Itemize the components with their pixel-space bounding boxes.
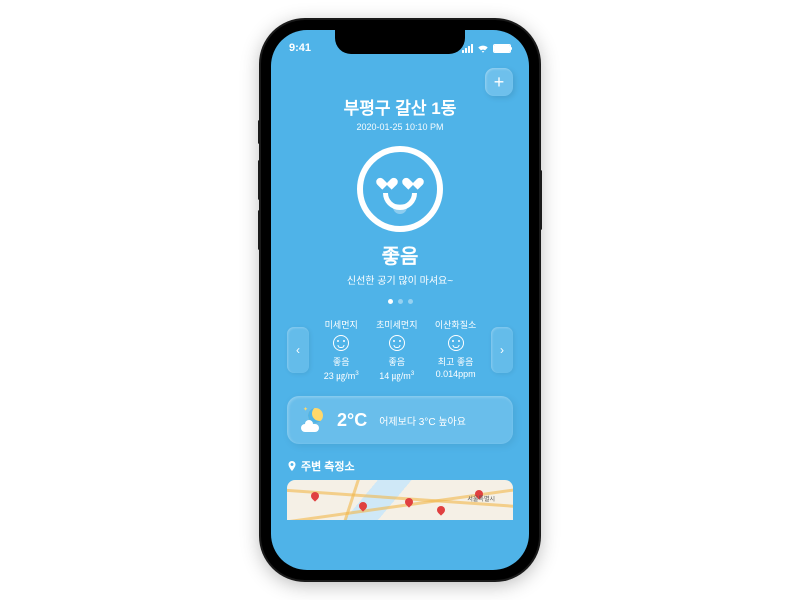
air-quality-face-icon xyxy=(357,146,443,232)
metric-status: 최고 좋음 xyxy=(435,355,476,368)
page-dot[interactable] xyxy=(408,299,413,304)
location-pin-icon xyxy=(287,461,297,471)
smile-icon xyxy=(448,335,464,351)
metric-pm10[interactable]: 미세먼지 좋음 23 ㎍/m3 xyxy=(324,318,359,382)
air-quality-status: 좋음 xyxy=(287,240,513,269)
moon-cloud-icon: ✦ xyxy=(301,408,325,432)
add-location-button[interactable]: + xyxy=(485,68,513,96)
metric-value: 14 ㎍/m3 xyxy=(376,369,417,382)
notch xyxy=(335,30,465,54)
map-pin-icon[interactable] xyxy=(435,504,446,515)
map-section-header: 주변 측정소 xyxy=(287,458,513,474)
power-button xyxy=(539,170,542,230)
weather-card[interactable]: ✦ 2°C 어제보다 3°C 높아요 xyxy=(287,396,513,444)
wifi-icon xyxy=(477,44,489,53)
metric-name: 이산화질소 xyxy=(435,318,476,331)
temperature: 2°C xyxy=(337,410,367,431)
screen: 9:41 + 부평구 갈산 1동 2020-01-25 10:10 PM xyxy=(271,30,529,570)
smile-icon xyxy=(333,335,349,351)
metric-status: 좋음 xyxy=(324,355,359,368)
phone-frame: 9:41 + 부평구 갈산 1동 2020-01-25 10:10 PM xyxy=(261,20,539,580)
metric-status: 좋음 xyxy=(376,355,417,368)
map[interactable]: 서울특별시 xyxy=(287,480,513,520)
metric-name: 초미세먼지 xyxy=(376,318,417,331)
location-name: 부평구 갈산 1동 xyxy=(287,94,513,119)
metric-no2[interactable]: 이산화질소 최고 좋음 0.014ppm xyxy=(435,318,476,382)
metric-pm25[interactable]: 초미세먼지 좋음 14 ㎍/m3 xyxy=(376,318,417,382)
metrics-prev-button[interactable]: ‹ xyxy=(287,327,309,373)
volume-down-button xyxy=(258,210,261,250)
metric-name: 미세먼지 xyxy=(324,318,359,331)
metrics-next-button[interactable]: › xyxy=(491,327,513,373)
map-city-label: 서울특별시 xyxy=(467,494,495,503)
smile-icon xyxy=(389,335,405,351)
status-time: 9:41 xyxy=(289,42,311,54)
page-dot[interactable] xyxy=(388,299,393,304)
metric-value: 0.014ppm xyxy=(435,369,476,379)
signal-icon xyxy=(462,44,473,53)
battery-icon xyxy=(493,44,511,53)
volume-up-button xyxy=(258,160,261,200)
timestamp: 2020-01-25 10:10 PM xyxy=(287,122,513,132)
map-title: 주변 측정소 xyxy=(301,458,355,474)
page-indicator[interactable] xyxy=(287,299,513,304)
page-dot[interactable] xyxy=(398,299,403,304)
mute-switch xyxy=(258,120,261,144)
air-quality-description: 신선한 공기 많이 마셔요~ xyxy=(287,272,513,287)
temperature-comparison: 어제보다 3°C 높아요 xyxy=(379,413,466,428)
metric-value: 23 ㎍/m3 xyxy=(324,369,359,382)
location-header: 부평구 갈산 1동 2020-01-25 10:10 PM xyxy=(287,94,513,132)
